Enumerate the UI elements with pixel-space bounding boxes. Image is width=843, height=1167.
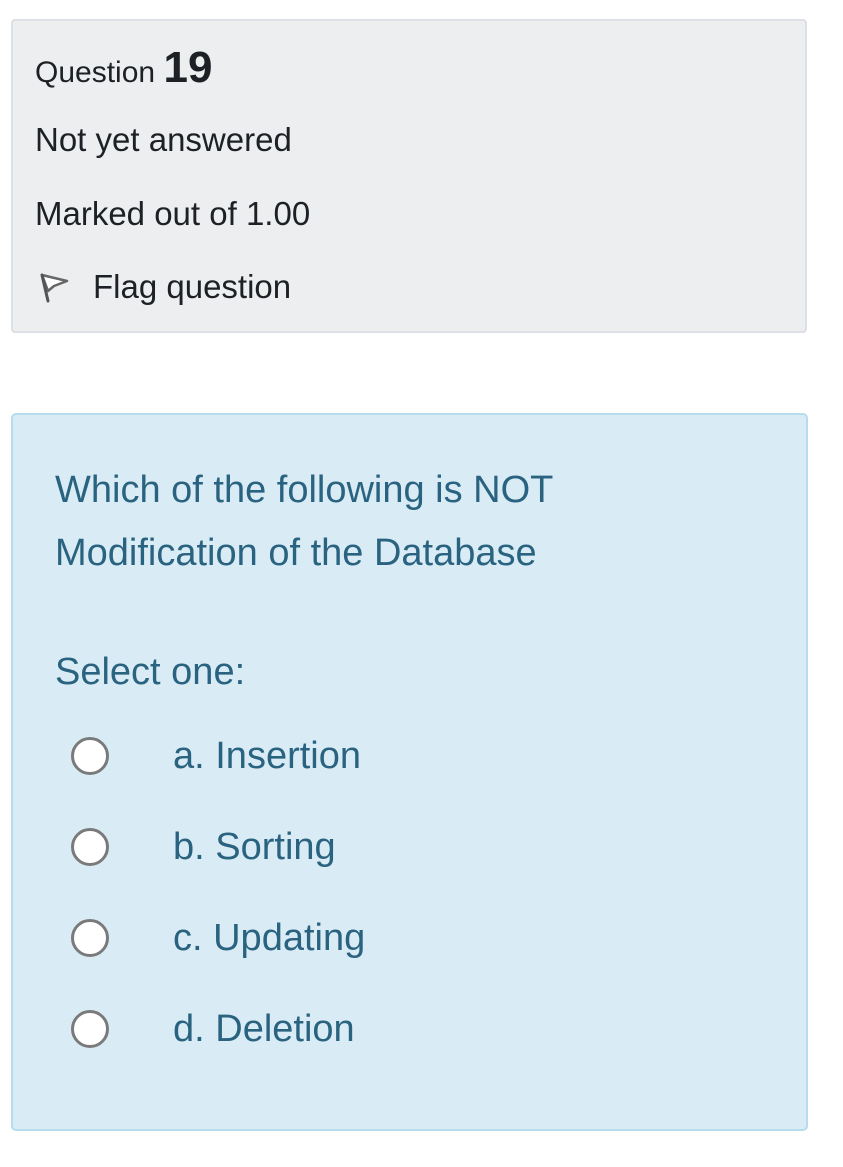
answer-option-c[interactable]: c. Updating [71,913,365,963]
question-content-panel: Which of the following is NOT Modificati… [11,413,808,1131]
radio-button-c[interactable] [71,919,109,957]
question-number: 19 [163,43,213,92]
radio-button-a[interactable] [71,737,109,775]
answer-option-b[interactable]: b. Sorting [71,822,336,872]
answer-label-c: c. Updating [173,916,366,959]
radio-button-d[interactable] [71,1010,109,1048]
question-heading: Question 19 [35,43,212,93]
question-grade: Marked out of 1.00 [35,195,311,232]
flag-outline-icon [37,267,77,307]
question-label: Question [35,56,156,89]
answer-label-b: b. Sorting [173,825,336,868]
answer-label-d: d. Deletion [173,1007,355,1050]
radio-button-b[interactable] [71,828,109,866]
question-info-panel: Question 19 Not yet answered Marked out … [11,19,807,333]
select-one-prompt: Select one: [55,651,246,693]
flag-question-button[interactable]: Flag question [37,267,291,307]
answer-label-a: a. Insertion [173,734,361,777]
answer-option-d[interactable]: d. Deletion [71,1004,355,1054]
answer-option-a[interactable]: a. Insertion [71,731,361,781]
question-text: Which of the following is NOT Modificati… [55,469,553,574]
flag-question-label: Flag question [93,268,292,305]
question-state: Not yet answered [35,121,292,158]
quiz-page: Question 19 Not yet answered Marked out … [0,0,843,1167]
